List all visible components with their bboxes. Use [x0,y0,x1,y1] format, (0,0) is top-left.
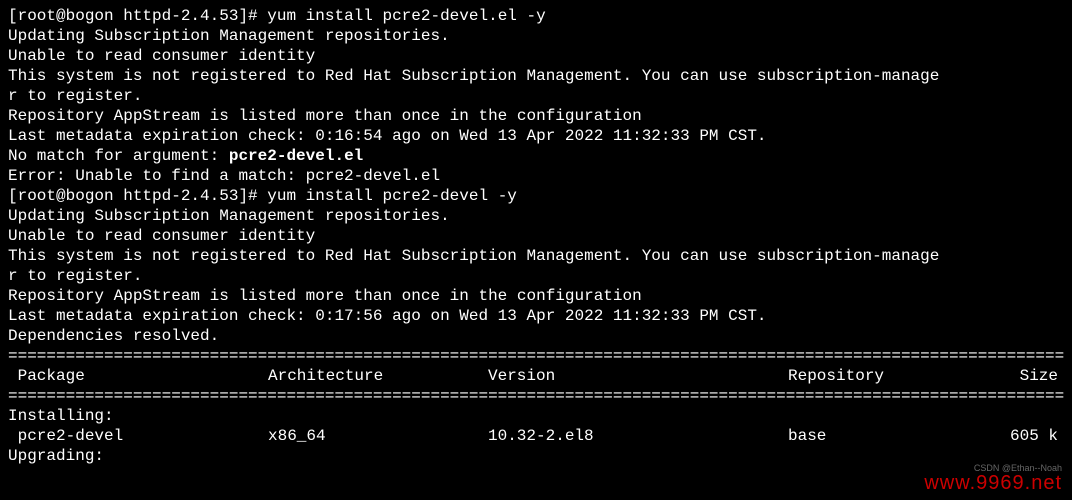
terminal-output: Unable to read consumer identity [8,46,1064,66]
terminal-output: Last metadata expiration check: 0:17:56 … [8,306,1064,326]
terminal-output: This system is not registered to Red Hat… [8,66,1064,86]
upgrading-section-label: Upgrading: [8,446,1064,466]
cell-package: pcre2-devel [8,426,268,446]
table-header-row: PackageArchitectureVersionRepositorySize [8,366,1064,386]
terminal-output: Repository AppStream is listed more than… [8,106,1064,126]
terminal-output: r to register. [8,266,1064,286]
terminal-output: Dependencies resolved. [8,326,1064,346]
output-text: No match for argument: [8,147,229,165]
terminal-output: Unable to read consumer identity [8,226,1064,246]
package-row: pcre2-develx86_6410.32-2.el8base605 k [8,426,1064,446]
terminal-output: This system is not registered to Red Hat… [8,246,1064,266]
terminal-output: Last metadata expiration check: 0:16:54 … [8,126,1064,146]
shell-command: yum install pcre2-devel -y [267,187,517,205]
col-repository: Repository [788,366,998,386]
cell-repository: base [788,426,998,446]
shell-prompt: [root@bogon httpd-2.4.53]# [8,187,267,205]
installing-section-label: Installing: [8,406,1064,426]
terminal-output: Updating Subscription Management reposit… [8,26,1064,46]
terminal-line: [root@bogon httpd-2.4.53]# yum install p… [8,6,1064,26]
table-divider: ========================================… [8,386,1064,406]
col-architecture: Architecture [268,366,488,386]
watermark-url: www.9969.net [924,471,1062,496]
terminal-output: r to register. [8,86,1064,106]
no-match-argument: pcre2-devel.el [229,147,363,165]
col-version: Version [488,366,788,386]
col-size: Size [998,366,1058,386]
terminal-output: Updating Subscription Management reposit… [8,206,1064,226]
terminal-line: [root@bogon httpd-2.4.53]# yum install p… [8,186,1064,206]
cell-size: 605 k [998,426,1058,446]
terminal-error: Error: Unable to find a match: pcre2-dev… [8,166,1064,186]
shell-command: yum install pcre2-devel.el -y [267,7,545,25]
table-divider: ========================================… [8,346,1064,366]
cell-architecture: x86_64 [268,426,488,446]
terminal-output: Repository AppStream is listed more than… [8,286,1064,306]
col-package: Package [8,366,268,386]
cell-version: 10.32-2.el8 [488,426,788,446]
terminal-output: No match for argument: pcre2-devel.el [8,146,1064,166]
shell-prompt: [root@bogon httpd-2.4.53]# [8,7,267,25]
